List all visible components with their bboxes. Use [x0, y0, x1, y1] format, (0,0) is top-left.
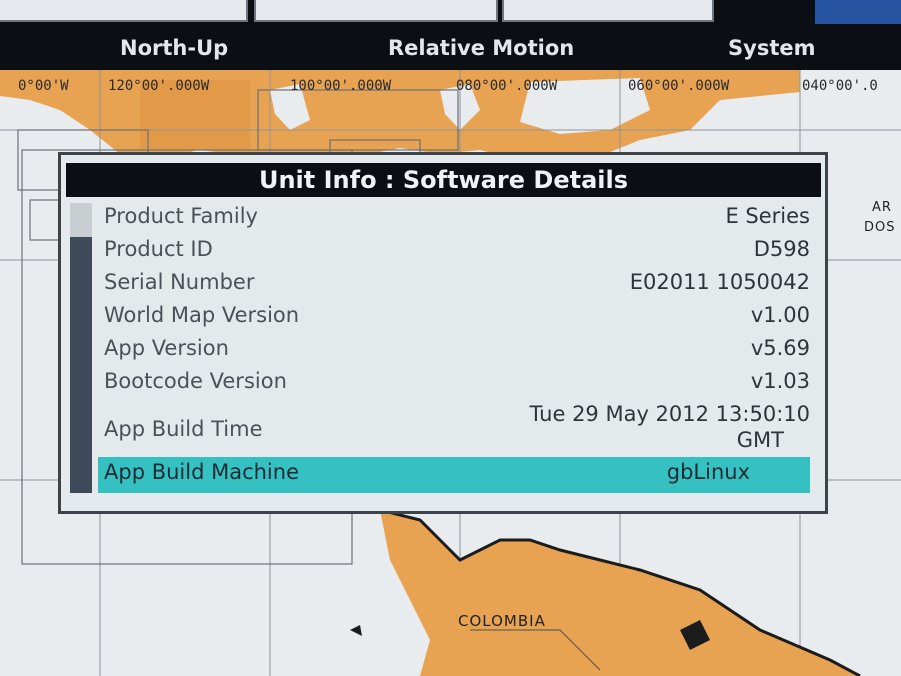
row-label: Product Family — [104, 204, 258, 228]
row-value: E Series — [725, 204, 810, 228]
scrollbar-thumb[interactable] — [70, 237, 92, 493]
top-data-box-3 — [502, 0, 714, 22]
menu-relative-motion[interactable]: Relative Motion — [388, 36, 574, 60]
row-value: v1.03 — [750, 369, 810, 393]
info-row-app-version[interactable]: App Version v5.69 — [98, 333, 810, 366]
lon-label-2: 100°00'.000W — [290, 78, 392, 94]
row-label: Product ID — [104, 237, 213, 261]
info-row-product-family[interactable]: Product Family E Series — [98, 201, 810, 234]
row-label: App Build Machine — [104, 460, 299, 484]
top-indicator — [815, 0, 901, 24]
menu-system[interactable]: System — [728, 36, 815, 60]
row-value: D598 — [753, 237, 810, 261]
row-label: App Build Time — [104, 417, 263, 441]
info-row-bootcode-version[interactable]: Bootcode Version v1.03 — [98, 366, 810, 399]
dialog-title: Unit Info : Software Details — [66, 163, 821, 197]
lon-label-5: 040°00'.0 — [802, 78, 878, 94]
lon-label-1: 120°00'.000W — [108, 78, 210, 94]
row-label: Serial Number — [104, 270, 255, 294]
info-row-serial-number[interactable]: Serial Number E02011 1050042 — [98, 267, 810, 300]
row-label: World Map Version — [104, 303, 300, 327]
menu-north-up[interactable]: North-Up — [120, 36, 228, 60]
row-value: gbLinux — [666, 460, 750, 484]
row-label: App Version — [104, 336, 229, 360]
row-value: E02011 1050042 — [629, 270, 810, 294]
top-data-box-2 — [254, 0, 498, 22]
software-details-dialog: Unit Info : Software Details Product Fam… — [58, 152, 828, 514]
info-row-app-build-time[interactable]: App Build Time Tue 29 May 2012 13:50:10 … — [98, 401, 810, 455]
info-row-product-id[interactable]: Product ID D598 — [98, 234, 810, 267]
row-value: Tue 29 May 2012 13:50:10 GMT — [530, 401, 810, 453]
top-data-box-1 — [0, 0, 248, 22]
lon-label-4: 060°00'.000W — [628, 78, 730, 94]
place-partial-2: DOS — [864, 220, 896, 235]
info-row-world-map-version[interactable]: World Map Version v1.00 — [98, 300, 810, 333]
row-value: v1.00 — [750, 303, 810, 327]
lon-label-3: 080°00'.000W — [456, 78, 558, 94]
info-row-app-build-machine[interactable]: App Build Machine gbLinux — [98, 457, 810, 493]
lon-label-0: 0°00'W — [18, 78, 69, 94]
row-value: v5.69 — [750, 336, 810, 360]
top-status-strip — [0, 0, 901, 24]
longitude-scale: 0°00'W 120°00'.000W 100°00'.000W 080°00'… — [0, 76, 901, 94]
menu-bar: North-Up Relative Motion System — [0, 24, 901, 70]
row-label: Bootcode Version — [104, 369, 287, 393]
build-time-line-2: GMT — [736, 428, 784, 452]
place-colombia: COLOMBIA — [458, 612, 546, 630]
place-partial-1: AR — [872, 200, 892, 215]
dialog-scrollbar[interactable] — [70, 203, 92, 493]
build-time-line-1: Tue 29 May 2012 13:50:10 — [529, 402, 810, 426]
